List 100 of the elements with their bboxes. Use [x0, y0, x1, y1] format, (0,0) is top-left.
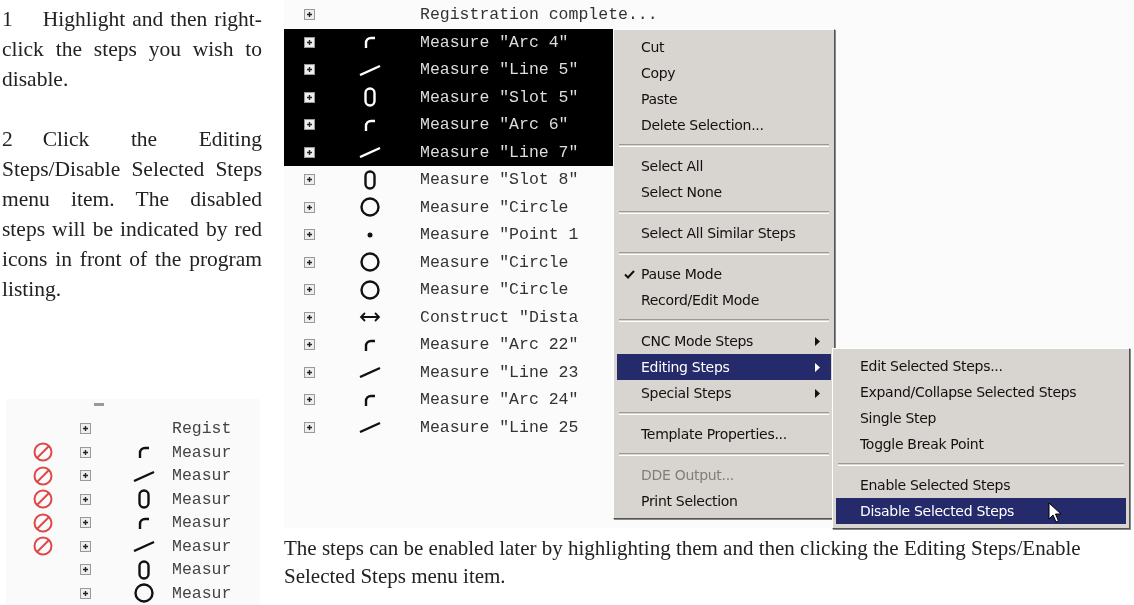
- expand-icon[interactable]: [80, 540, 91, 552]
- circle-icon: [360, 197, 380, 218]
- line-icon: [359, 421, 381, 434]
- step-text: Measure "Line 5": [420, 60, 579, 80]
- expand-icon[interactable]: [304, 311, 315, 323]
- menu-item[interactable]: Copy: [617, 60, 831, 86]
- circle-icon: [134, 583, 154, 604]
- expand-icon[interactable]: [80, 564, 91, 576]
- listing-row[interactable]: Measure "Circle: [284, 193, 569, 221]
- expand-icon[interactable]: [304, 284, 315, 296]
- slot-icon: [364, 169, 376, 190]
- step-text: Construct "Dista: [420, 307, 579, 327]
- step-text: Measure "Slot 8": [420, 170, 579, 190]
- listing-row[interactable]: Measure "Arc 24": [284, 386, 579, 414]
- step-text: Measur: [172, 442, 233, 462]
- expand-icon[interactable]: [304, 256, 315, 268]
- expand-icon[interactable]: [80, 470, 91, 482]
- menu-item[interactable]: Print Selection: [617, 488, 831, 514]
- expand-icon[interactable]: [80, 517, 91, 529]
- tree-line-icon: [94, 403, 104, 406]
- step-text: Measure "Arc 24": [420, 390, 579, 410]
- menu-item[interactable]: Enable Selected Steps: [836, 472, 1126, 498]
- circle-icon: [360, 279, 380, 300]
- step-text: Measure "Slot 5": [420, 87, 579, 107]
- expand-icon[interactable]: [80, 587, 91, 599]
- listing-row[interactable]: Measure "Circle: [284, 248, 569, 276]
- menu-item[interactable]: Record/Edit Mode: [617, 287, 831, 313]
- menu-item[interactable]: Paste: [617, 86, 831, 112]
- line-icon: [359, 366, 381, 379]
- expand-icon[interactable]: [304, 421, 315, 433]
- menu-item[interactable]: Editing Steps: [617, 354, 831, 380]
- menu-item[interactable]: Select All: [617, 153, 831, 179]
- expand-icon[interactable]: [304, 64, 315, 76]
- arc-icon: [363, 392, 377, 407]
- submenu-arrow-icon: [815, 337, 820, 346]
- expand-icon[interactable]: [304, 9, 315, 21]
- menu-item[interactable]: Edit Selected Steps...: [836, 353, 1126, 379]
- expand-icon[interactable]: [304, 366, 315, 378]
- double-arrow-icon: [359, 311, 381, 324]
- expand-icon[interactable]: [304, 201, 315, 213]
- step-text: Measure "Line 25: [420, 417, 579, 437]
- arc-icon: [137, 445, 151, 460]
- expand-icon[interactable]: [80, 423, 91, 435]
- menu-item[interactable]: Cut: [617, 34, 831, 60]
- listing-row[interactable]: Measure "Line 23: [284, 358, 579, 386]
- menu-item[interactable]: Select None: [617, 179, 831, 205]
- listing-row[interactable]: Measure "Line 25: [284, 413, 579, 441]
- slot-icon: [138, 489, 150, 510]
- slot-icon: [364, 87, 376, 108]
- line-icon: [133, 540, 155, 553]
- step-text: Measure "Arc 6": [420, 115, 569, 135]
- expand-icon[interactable]: [80, 493, 91, 505]
- step-text: Measur: [172, 466, 233, 486]
- step-text: Regist: [172, 419, 233, 439]
- arc-icon: [363, 35, 377, 50]
- listing-row[interactable]: Measure "Line 5": [284, 56, 613, 84]
- line-icon: [359, 146, 381, 159]
- menu-item[interactable]: Toggle Break Point: [836, 431, 1126, 457]
- expand-icon[interactable]: [304, 229, 315, 241]
- expand-icon[interactable]: [80, 446, 91, 458]
- step-text: Measure "Circle: [420, 197, 569, 217]
- menu-item[interactable]: Disable Selected Steps: [836, 498, 1126, 524]
- step-text: Measur: [172, 560, 233, 580]
- arc-icon: [363, 337, 377, 352]
- expand-icon[interactable]: [304, 174, 315, 186]
- menu-item[interactable]: Special Steps: [617, 380, 831, 406]
- listing-row[interactable]: Measure "Line 7": [284, 138, 613, 166]
- menu-item[interactable]: CNC Mode Steps: [617, 328, 831, 354]
- menu-item[interactable]: Template Properties...: [617, 421, 831, 447]
- listing-row[interactable]: Registration complete...: [284, 1, 658, 29]
- expand-icon[interactable]: [304, 339, 315, 351]
- expand-icon[interactable]: [304, 91, 315, 103]
- listing-row[interactable]: Measure "Arc 4": [284, 28, 613, 56]
- listing-row[interactable]: Measure "Arc 22": [284, 331, 579, 359]
- expand-icon[interactable]: [304, 119, 315, 131]
- menu-item[interactable]: Delete Selection...: [617, 112, 831, 138]
- expand-icon[interactable]: [304, 394, 315, 406]
- listing-row[interactable]: Construct "Dista: [284, 303, 579, 331]
- menu-item[interactable]: Single Step: [836, 405, 1126, 431]
- footer-paragraph: The steps can be enabled later by highlighting them and then clicking the Editing Steps/Enable Selected Steps menu item.: [284, 535, 1082, 590]
- listing-row[interactable]: Measure "Arc 6": [284, 111, 613, 139]
- listing-row[interactable]: Measure "Slot 5": [284, 83, 613, 111]
- step-text: Measure "Line 7": [420, 142, 579, 162]
- line-icon: [133, 469, 155, 482]
- listing-row[interactable]: Measure "Slot 8": [284, 166, 579, 194]
- expand-icon[interactable]: [304, 146, 315, 158]
- listing-row[interactable]: Measure "Circle: [284, 276, 569, 304]
- listing-row[interactable]: Measure "Point 1: [284, 221, 579, 249]
- step-text: Registration complete...: [420, 5, 658, 25]
- instruction-paragraph: 2 Click the Editing Steps/Disable Selected Steps menu item. The disabled steps will be indicated by red icons in front of the program listing.: [2, 126, 262, 303]
- step-text: Measure "Arc 22": [420, 335, 579, 355]
- step-text: Measure "Arc 4": [420, 32, 569, 52]
- menu-item[interactable]: Select All Similar Steps: [617, 220, 831, 246]
- check-icon: [623, 269, 635, 279]
- expand-icon[interactable]: [304, 36, 315, 48]
- menu-item[interactable]: Pause Mode: [617, 261, 831, 287]
- line-icon: [359, 63, 381, 76]
- circle-icon: [360, 252, 380, 273]
- submenu-arrow-icon: [815, 389, 820, 398]
- menu-item[interactable]: Expand/Collapse Selected Steps: [836, 379, 1126, 405]
